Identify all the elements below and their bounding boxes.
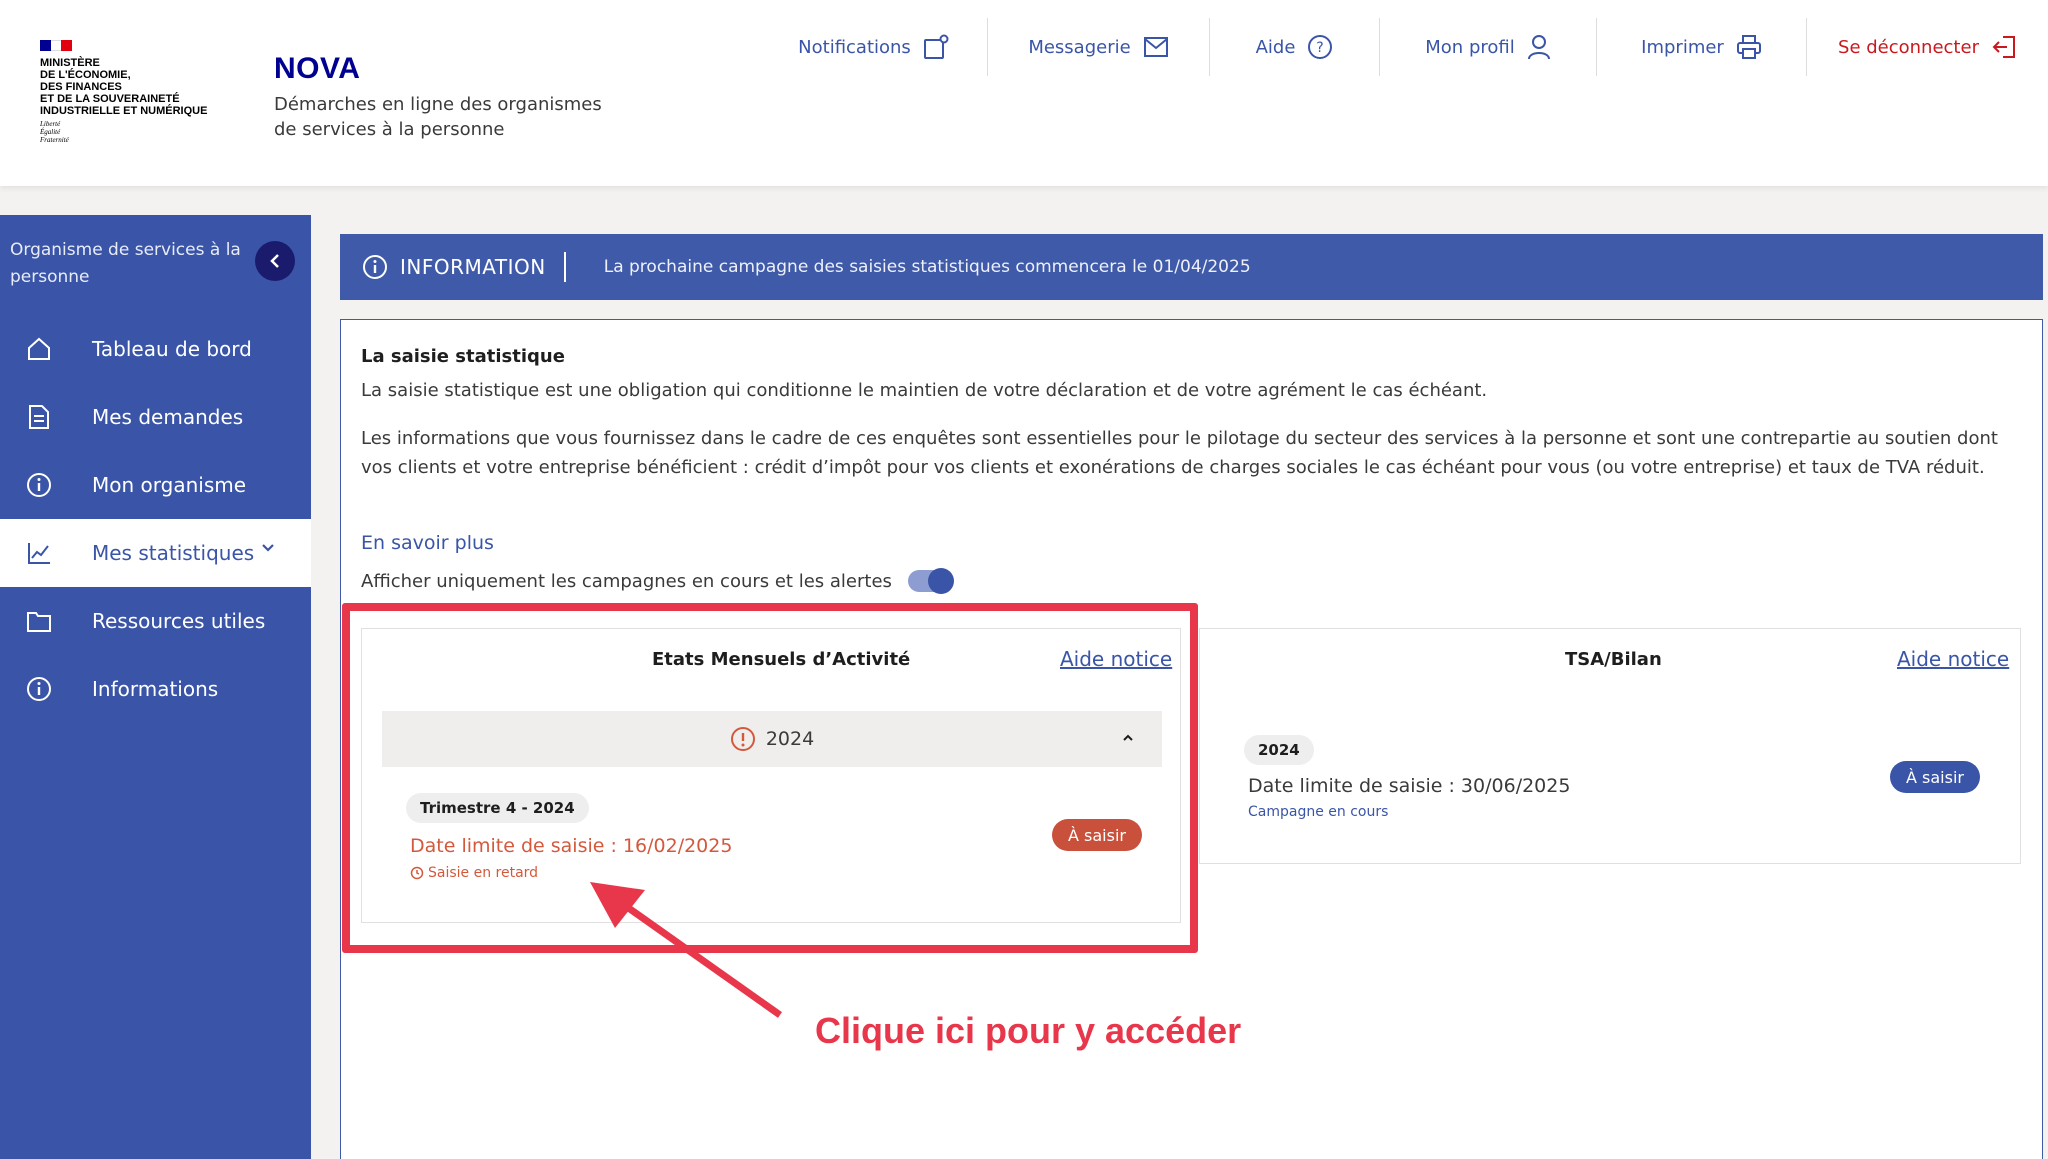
tsa-card-title: TSA/Bilan bbox=[1565, 649, 1662, 670]
tsa-card: TSA/Bilan Aide notice 2024 Date limite d… bbox=[1199, 628, 2021, 864]
home-icon bbox=[26, 336, 52, 362]
notifications-link[interactable]: Notifications bbox=[760, 18, 988, 76]
help-icon: ? bbox=[1308, 35, 1333, 59]
sidebar-item-mon-organisme[interactable]: Mon organisme bbox=[0, 451, 311, 519]
section-title: La saisie statistique bbox=[361, 346, 565, 367]
period-badge: 2024 bbox=[1244, 735, 1314, 765]
ema-card: Etats Mensuels d’Activité Aide notice 20… bbox=[361, 628, 1181, 923]
accordion-year: 2024 bbox=[765, 728, 815, 750]
campaign-status: Campagne en cours bbox=[1248, 804, 1389, 820]
top-navigation: Notifications Messagerie Aide ? Mon prof… bbox=[760, 18, 2048, 76]
sidebar-item-ressources-utiles[interactable]: Ressources utiles bbox=[0, 587, 311, 655]
folder-icon bbox=[26, 608, 52, 634]
svg-text:?: ? bbox=[1317, 40, 1324, 56]
imprimer-link[interactable]: Imprimer bbox=[1597, 18, 1807, 76]
filter-toggle-row: Afficher uniquement les campagnes en cou… bbox=[361, 568, 954, 594]
alert-icon bbox=[730, 727, 755, 751]
period-badge: Trimestre 4 - 2024 bbox=[406, 793, 589, 823]
info-icon bbox=[26, 472, 52, 498]
chevron-up-icon bbox=[1123, 734, 1133, 741]
intro-paragraph: Les informations que vous fournissez dan… bbox=[361, 428, 1998, 478]
tsa-aide-notice-link[interactable]: Aide notice bbox=[1897, 647, 2009, 671]
republic-motto: Liberté Égalité Fraternité bbox=[40, 120, 69, 144]
clock-icon bbox=[410, 866, 424, 880]
deadline-text: Date limite de saisie : 30/06/2025 bbox=[1248, 775, 1571, 797]
sidebar-title: Organisme de services à la personne bbox=[10, 240, 241, 287]
deadline-text: Date limite de saisie : 16/02/2025 bbox=[410, 835, 733, 857]
filter-toggle-label: Afficher uniquement les campagnes en cou… bbox=[361, 570, 892, 592]
chevron-left-icon bbox=[270, 254, 279, 268]
document-icon bbox=[26, 404, 52, 430]
printer-icon bbox=[1736, 35, 1761, 59]
logout-link[interactable]: Se déconnecter bbox=[1807, 18, 2048, 76]
information-label: INFORMATION bbox=[400, 252, 566, 282]
ema-aide-notice-link[interactable]: Aide notice bbox=[1060, 647, 1172, 671]
information-message: La prochaine campagne des saisies statis… bbox=[603, 257, 1251, 277]
information-banner: INFORMATION La prochaine campagne des sa… bbox=[340, 234, 2043, 300]
sidebar: Organisme de services à la personne Tabl… bbox=[0, 215, 311, 1159]
info-icon bbox=[26, 676, 52, 702]
en-savoir-plus-link[interactable]: En savoir plus bbox=[361, 532, 494, 554]
filter-toggle[interactable] bbox=[907, 568, 954, 594]
a-saisir-button[interactable]: À saisir bbox=[1052, 819, 1142, 851]
info-icon bbox=[363, 255, 387, 279]
brand-name: NOVA bbox=[274, 52, 361, 85]
chevron-down-icon bbox=[262, 544, 274, 552]
sidebar-item-informations[interactable]: Informations bbox=[0, 655, 311, 723]
site-header: Ministère de l'économie, des finances et… bbox=[0, 0, 2048, 186]
sidebar-item-mes-statistiques[interactable]: Mes statistiques bbox=[0, 519, 311, 587]
brand[interactable]: NOVA Démarches en ligne des organismes d… bbox=[274, 52, 604, 142]
chart-icon bbox=[26, 540, 52, 566]
mon-profil-link[interactable]: Mon profil bbox=[1380, 18, 1597, 76]
french-flag-icon bbox=[40, 40, 73, 51]
intro-paragraph: La saisie statistique est une obligation… bbox=[361, 380, 1488, 401]
sidebar-menu: Tableau de bord Mes demandes Mon organis… bbox=[0, 315, 311, 723]
late-status: Saisie en retard bbox=[410, 865, 538, 881]
ministry-name: Ministère de l'économie, des finances et… bbox=[40, 57, 208, 117]
toggle-knob bbox=[927, 568, 954, 594]
year-accordion-2024[interactable]: 2024 bbox=[382, 711, 1162, 767]
messagerie-link[interactable]: Messagerie bbox=[988, 18, 1210, 76]
brand-tagline: Démarches en ligne des organismes de ser… bbox=[274, 94, 602, 140]
logout-icon bbox=[1992, 36, 2015, 58]
aide-link[interactable]: Aide ? bbox=[1210, 18, 1380, 76]
mail-icon bbox=[1143, 37, 1168, 57]
sidebar-item-mes-demandes[interactable]: Mes demandes bbox=[0, 383, 311, 451]
ema-card-title: Etats Mensuels d’Activité bbox=[652, 649, 911, 670]
user-icon bbox=[1527, 35, 1550, 60]
notification-icon bbox=[923, 34, 949, 59]
a-saisir-button[interactable]: À saisir bbox=[1890, 761, 1980, 793]
sidebar-item-tableau-de-bord[interactable]: Tableau de bord bbox=[0, 315, 311, 383]
collapse-sidebar-button[interactable] bbox=[255, 241, 295, 281]
ministry-logo[interactable]: Ministère de l'économie, des finances et… bbox=[40, 40, 240, 144]
callout-text: Clique ici pour y accéder bbox=[815, 1010, 1242, 1051]
